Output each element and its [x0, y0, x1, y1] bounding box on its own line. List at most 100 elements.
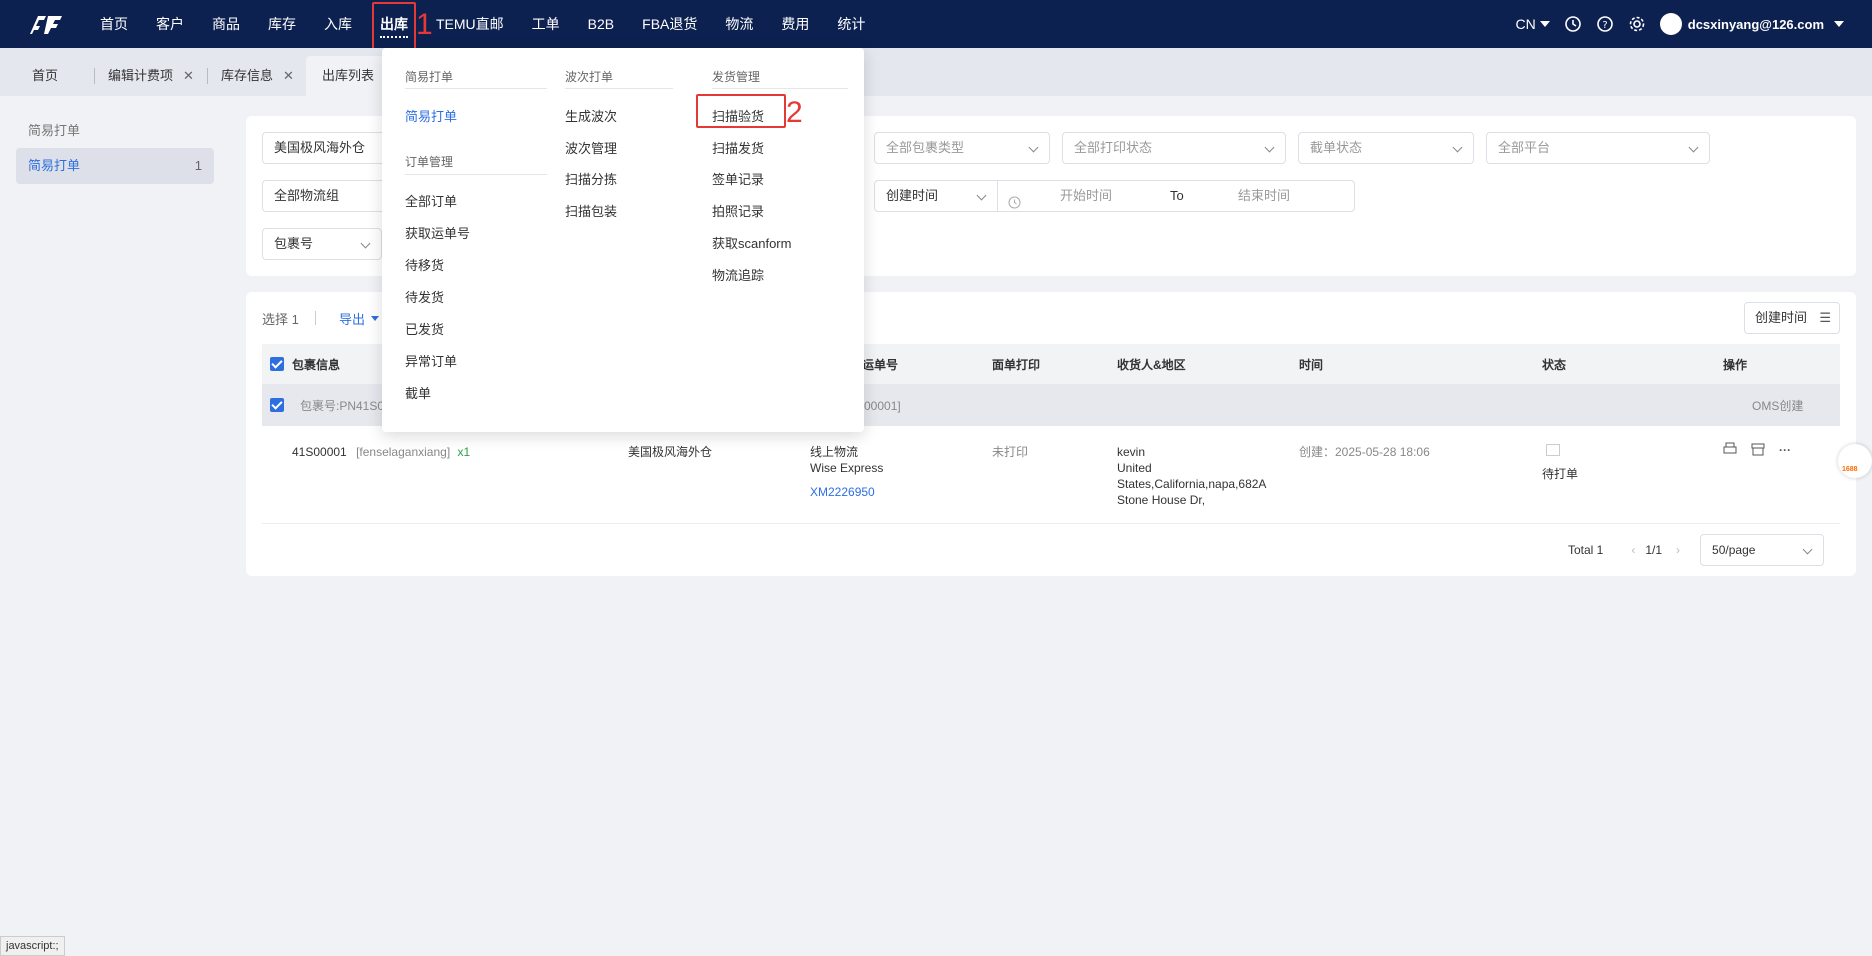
chevron-down-icon	[1028, 142, 1039, 153]
print-status-cell: 未打印	[992, 445, 1029, 459]
tab-inventory-info[interactable]: 库存信息 ✕	[205, 56, 310, 96]
tab-home[interactable]: 首页	[16, 56, 74, 96]
tab-billing-items[interactable]: 编辑计费项 ✕	[92, 56, 210, 96]
menu-item-tracking[interactable]: 物流追踪	[712, 265, 764, 284]
menu-item-get-tracking[interactable]: 获取运单号	[405, 223, 470, 242]
nav-product[interactable]: 商品	[198, 0, 254, 48]
header-status: 状态	[1542, 358, 1567, 372]
search-type-select[interactable]: 包裹号	[262, 228, 382, 260]
chevron-down-icon	[360, 238, 371, 249]
avatar	[1659, 13, 1682, 35]
print-status-select[interactable]: 全部打印状态	[1062, 132, 1286, 164]
chevron-down-icon	[976, 190, 987, 201]
nav-right: CN ? dcsxinyang@126.com	[1516, 0, 1844, 48]
menu-item-scan-ship[interactable]: 扫描发货	[712, 138, 764, 157]
close-icon[interactable]: ✕	[283, 68, 294, 83]
menu-item-shipped[interactable]: 已发货	[405, 319, 444, 338]
sort-button[interactable]: 创建时间 ☰	[1744, 302, 1840, 334]
menu-item-all-orders[interactable]: 全部订单	[405, 191, 457, 210]
nav-logistics[interactable]: 物流	[711, 0, 767, 48]
nav-inventory[interactable]: 库存	[254, 0, 310, 48]
floating-1688-logo[interactable]: 1688	[1838, 444, 1872, 478]
user-email: dcsxinyang@126.com	[1687, 16, 1824, 32]
pagination-total: Total 1	[1568, 543, 1604, 557]
nav-b2b[interactable]: B2B	[574, 0, 628, 48]
logistics-group-value: 全部物流组	[274, 188, 340, 203]
tab-bar: 首页 编辑计费项 ✕ 库存信息 ✕ 出库列表	[0, 48, 1872, 96]
nav-inbound[interactable]: 入库	[310, 0, 366, 48]
logistics-group-select[interactable]: 全部物流组	[262, 180, 392, 212]
nav-temu[interactable]: TEMU直邮	[422, 0, 518, 48]
nav-fba-return[interactable]: FBA退货	[628, 0, 711, 48]
gear-icon[interactable]	[1628, 15, 1646, 33]
time-type-select[interactable]: 创建时间	[874, 180, 998, 212]
clock-icon[interactable]	[1564, 15, 1582, 33]
recipient-name: kevin	[1117, 445, 1146, 459]
chevron-left-icon[interactable]: ‹	[1631, 543, 1635, 557]
menu-item-get-scanform[interactable]: 获取scanform	[712, 233, 791, 252]
sidebar-title: 简易打单	[28, 123, 81, 138]
nav-workorder[interactable]: 工单	[518, 0, 574, 48]
nav-stats[interactable]: 统计	[823, 0, 879, 48]
tab-outbound-list[interactable]: 出库列表	[306, 56, 391, 96]
sort-label: 创建时间	[1755, 310, 1808, 325]
nav-home[interactable]: 首页	[86, 0, 142, 48]
package-type-value: 全部包裹类型	[886, 140, 965, 155]
status-cell: 待打单	[1542, 444, 1578, 482]
nav-fees[interactable]: 费用	[767, 0, 823, 48]
header-tracking: 运单号	[862, 358, 899, 372]
actions-cell: ···	[1723, 442, 1791, 460]
archive-icon[interactable]	[1751, 442, 1765, 460]
nav-customer[interactable]: 客户	[142, 0, 198, 48]
chevron-down-icon	[1688, 142, 1699, 153]
menu-item-sign-records[interactable]: 签单记录	[712, 169, 764, 188]
print-status-value: 全部打印状态	[1074, 140, 1153, 155]
warehouse-value: 美国极风海外仓	[274, 140, 366, 155]
end-time-input[interactable]: 结束时间	[1238, 181, 1290, 211]
close-icon[interactable]: ✕	[183, 68, 194, 83]
menu-item-pending-move[interactable]: 待移货	[405, 255, 444, 274]
export-dropdown[interactable]: 导出	[339, 309, 380, 328]
export-label: 导出	[339, 312, 366, 327]
intercept-status-select[interactable]: 截单状态	[1298, 132, 1474, 164]
selected-count: 选择 1	[262, 312, 299, 327]
select-all-checkbox[interactable]	[270, 357, 284, 371]
menu-item-wave-management[interactable]: 波次管理	[565, 138, 617, 157]
more-icon[interactable]: ···	[1779, 442, 1791, 460]
date-range-picker[interactable]: 开始时间 To 结束时间	[997, 180, 1355, 212]
nav-menu: 首页 客户 商品 库存 入库 出库 TEMU直邮 工单 B2B FBA退货 物流…	[86, 0, 879, 48]
user-menu[interactable]: dcsxinyang@126.com	[1659, 13, 1844, 35]
menu-item-photo-records[interactable]: 拍照记录	[712, 201, 764, 220]
page-size-select[interactable]: 50/page	[1700, 534, 1825, 566]
sidebar-item-simple-print[interactable]: 简易打单 1	[16, 148, 214, 184]
warehouse-select[interactable]: 美国极风海外仓	[262, 132, 392, 164]
menu-item-pending-ship[interactable]: 待发货	[405, 287, 444, 306]
top-nav: 首页 客户 商品 库存 入库 出库 TEMU直邮 工单 B2B FBA退货 物流…	[0, 0, 1872, 48]
sidebar-item-count: 1	[194, 158, 202, 173]
annotation-box-2	[696, 94, 786, 128]
range-separator: To	[1170, 188, 1184, 203]
brand-logo[interactable]	[30, 12, 64, 36]
row-checkbox[interactable]	[270, 398, 284, 412]
chevron-down-icon	[1802, 544, 1813, 555]
print-icon[interactable]	[1723, 442, 1737, 460]
package-type-select[interactable]: 全部包裹类型	[874, 132, 1050, 164]
menu-item-scan-sort[interactable]: 扫描分拣	[565, 169, 617, 188]
sort-desc-icon: ☰	[1819, 310, 1831, 325]
carrier-cell: 线上物流 Wise Express XM2226950	[810, 444, 883, 500]
menu-item-create-wave[interactable]: 生成波次	[565, 106, 617, 125]
help-icon[interactable]: ?	[1596, 15, 1614, 33]
carrier-service: Wise Express	[810, 461, 884, 475]
platform-select[interactable]: 全部平台	[1486, 132, 1710, 164]
start-time-input[interactable]: 开始时间	[1060, 181, 1112, 211]
menu-item-exception-orders[interactable]: 异常订单	[405, 351, 457, 370]
caret-down-icon	[1539, 21, 1550, 27]
language-switch[interactable]: CN	[1516, 16, 1550, 32]
tracking-link[interactable]: XM2226950	[810, 484, 883, 500]
menu-item-simple-print[interactable]: 简易打单	[405, 106, 457, 125]
menu-item-intercept[interactable]: 截单	[405, 383, 431, 402]
chevron-right-icon[interactable]: ›	[1676, 543, 1680, 557]
menu-item-scan-pack[interactable]: 扫描包装	[565, 201, 617, 220]
time-cell: 创建：2025-05-28 18:06	[1299, 445, 1430, 459]
annotation-number-2: 2	[786, 96, 803, 129]
